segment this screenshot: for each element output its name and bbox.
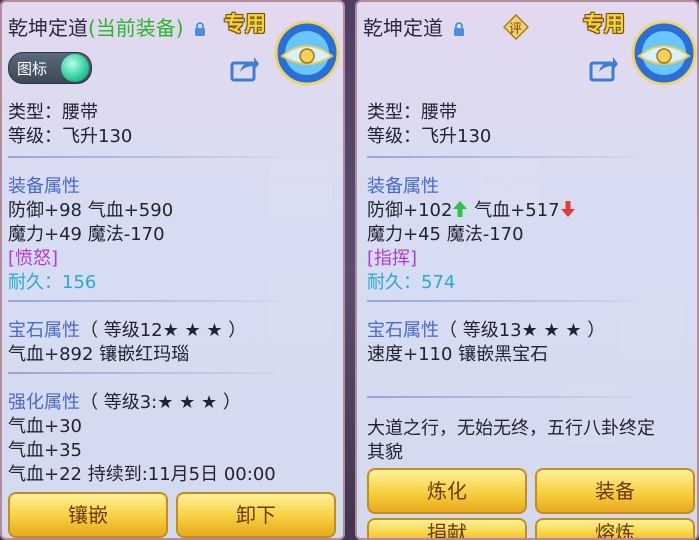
divider (8, 372, 278, 374)
special-label: 专用 (583, 12, 625, 36)
divider (8, 300, 278, 302)
gem-attr-header: 宝石属性 (8, 320, 80, 341)
share-icon[interactable] (589, 54, 619, 82)
icon-toggle[interactable]: 图标 (8, 52, 92, 84)
description-line: 其貌 (367, 442, 403, 463)
item-name: 乾坤定道 (363, 16, 443, 40)
durability-label: 耐久： (8, 272, 62, 293)
item-name: 乾坤定道 (8, 16, 88, 40)
attr-line: 魔力+45 魔法-170 (367, 224, 524, 245)
unequip-button[interactable]: 卸下 (176, 492, 336, 538)
smelt-button[interactable]: 熔炼 (535, 518, 695, 538)
durability-value: 574 (421, 272, 456, 293)
compare-item-panel: 乾坤定道 评 专用 类型：腰带 等级：飞升130 装备属性 防御+102 气血+… (355, 0, 699, 540)
item-title: 乾坤定道(当前装备) (8, 12, 206, 41)
enhance-level: （ 等级3:★ ★ ★ ） (80, 392, 241, 413)
durability-value: 156 (62, 272, 97, 293)
gem-line: 气血+892 镶嵌红玛瑙 (8, 344, 190, 365)
gem-level: （ 等级13★ ★ ★ ） (439, 320, 606, 341)
divider (367, 300, 637, 302)
equipped-item-panel: 乾坤定道(当前装备) 专用 图标 类型：腰带 等级：飞升130 装备属性 防御+… (0, 0, 345, 540)
gem-line: 速度+110 镶嵌黑宝石 (367, 344, 549, 365)
refine-button[interactable]: 炼化 (367, 468, 527, 514)
enhance-attr-row: 强化属性（ 等级3:★ ★ ★ ） (8, 388, 241, 414)
arrow-up-icon (453, 201, 468, 217)
equip-attr-header: 装备属性 (367, 176, 439, 197)
durability: 耐久：156 (8, 268, 96, 294)
lock-icon (194, 22, 205, 36)
attr-line: 防御+98 气血+590 (8, 200, 174, 221)
special-label: 专用 (224, 12, 266, 36)
description-line: 大道之行，无始无终，五行八卦终定 (367, 418, 655, 439)
enhance-line: 气血+30 (8, 416, 82, 437)
enhance-line: 气血+22 持续到:11月5日 00:00 (8, 464, 276, 485)
gem-level: （ 等级12★ ★ ★ ） (80, 320, 247, 341)
attr-line: 魔力+49 魔法-170 (8, 224, 165, 245)
item-type: 类型：腰带 (367, 102, 457, 123)
item-level: 等级：飞升130 (367, 126, 492, 147)
donate-button[interactable]: 捐献 (367, 518, 527, 538)
rate-badge[interactable]: 评 (502, 13, 530, 41)
attr-line: 防御+102 气血+517 (367, 196, 576, 222)
gem-attr-row: 宝石属性（ 等级13★ ★ ★ ） (367, 316, 605, 342)
toggle-knob (61, 54, 89, 82)
inlay-button[interactable]: 镶嵌 (8, 492, 168, 538)
equipped-tag: (当前装备) (88, 16, 184, 40)
gem-attr-row: 宝石属性（ 等级12★ ★ ★ ） (8, 316, 246, 342)
gem-attr-header: 宝石属性 (367, 320, 439, 341)
item-title: 乾坤定道 (363, 12, 465, 41)
equip-button[interactable]: 装备 (535, 468, 695, 514)
item-type: 类型：腰带 (8, 102, 98, 123)
special-skill: [指挥] (367, 248, 418, 269)
equip-attr-header: 装备属性 (8, 176, 80, 197)
attr-hp: 气血+517 (474, 200, 560, 221)
divider (8, 156, 278, 158)
item-level: 等级：飞升130 (8, 126, 133, 147)
durability: 耐久：574 (367, 268, 455, 294)
enhance-line: 气血+35 (8, 440, 82, 461)
enhance-attr-header: 强化属性 (8, 392, 80, 413)
arrow-down-icon (560, 201, 575, 217)
item-icon-belt[interactable] (274, 20, 340, 86)
special-skill: [愤怒] (8, 248, 59, 269)
divider (367, 396, 637, 398)
durability-label: 耐久： (367, 272, 421, 293)
rate-label: 评 (509, 22, 523, 37)
lock-icon (454, 22, 465, 36)
divider (367, 156, 637, 158)
icon-toggle-label: 图标 (17, 60, 48, 78)
attr-defense: 防御+102 (367, 200, 453, 221)
share-icon[interactable] (230, 54, 260, 82)
item-icon-belt[interactable] (631, 20, 697, 86)
